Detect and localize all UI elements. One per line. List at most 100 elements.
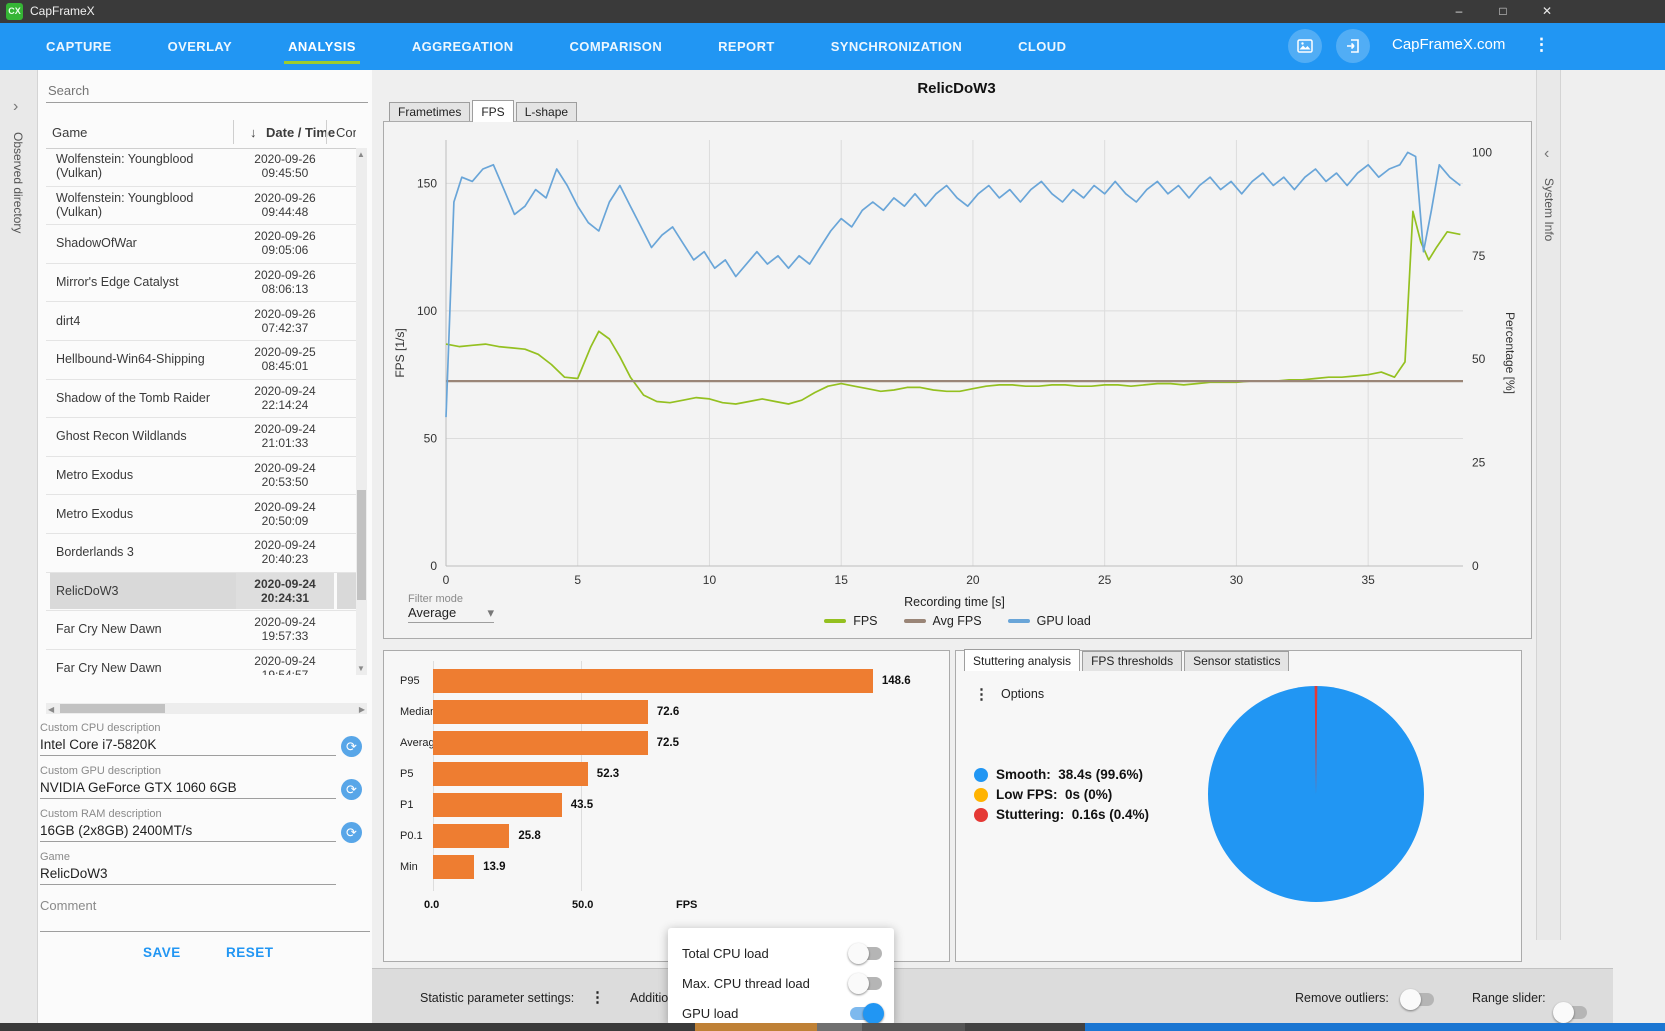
popup-toggle[interactable] <box>848 942 882 964</box>
tab-fps-thresholds[interactable]: FPS thresholds <box>1082 651 1183 671</box>
field-value[interactable]: NVIDIA GeForce GTX 1060 6GB <box>40 780 332 798</box>
refresh-button[interactable]: ⟳ <box>341 779 362 800</box>
popup-toggle[interactable] <box>848 972 882 994</box>
chevron-left-icon[interactable]: ‹ <box>1544 145 1549 163</box>
nav-tab-analysis[interactable]: ANALYSIS <box>260 23 384 70</box>
table-row[interactable]: Shadow of the Tomb Raider 2020-09-24 22:14… <box>46 380 356 419</box>
comment-field[interactable]: Comment <box>40 898 370 932</box>
time-text: 07:42:37 <box>261 320 309 335</box>
cell-datetime: 2020-09-26 08:06:13 <box>236 264 334 301</box>
bar-p95[interactable] <box>433 669 873 693</box>
table-row[interactable]: Metro Exodus 2020-09-24 20:53:50 <box>46 457 356 496</box>
nav-tab-comparison[interactable]: COMPARISON <box>542 23 691 70</box>
scrollbar-thumb[interactable] <box>357 490 366 600</box>
nav-tab-capture[interactable]: CAPTURE <box>18 23 140 70</box>
tab-l-shape[interactable]: L-shape <box>515 102 578 122</box>
tab-sensor-statistics[interactable]: Sensor statistics <box>1184 651 1290 671</box>
table-row[interactable]: Far Cry New Dawn 2020-09-24 19:57:33 <box>46 611 356 650</box>
table-row[interactable]: Wolfenstein: Youngblood (Vulkan) 2020-09-… <box>46 187 356 226</box>
cell-game: Metro Exodus <box>56 468 134 483</box>
stat-settings-kebab-icon[interactable]: ⋮ <box>590 988 605 1006</box>
scrollbar-thumb[interactable] <box>60 704 165 713</box>
legend-dot <box>974 807 988 822</box>
column-header-game[interactable]: Game <box>52 125 87 140</box>
popup-toggle[interactable] <box>850 1002 884 1024</box>
search-input[interactable] <box>46 78 368 103</box>
scroll-left-icon[interactable]: ◀ <box>48 705 54 714</box>
table-row[interactable]: Ghost Recon Wildlands 2020-09-24 21:01:33 <box>46 418 356 457</box>
table-row[interactable]: Far Cry New Dawn 2020-09-2419:54:57 <box>46 650 356 675</box>
date-text: 2020-09-24 <box>254 422 316 437</box>
svg-text:15: 15 <box>835 573 849 587</box>
cell-comment <box>337 187 356 224</box>
field-value[interactable]: RelicDoW3 <box>40 866 332 884</box>
bar-value-label: 72.5 <box>656 737 679 749</box>
reset-button[interactable]: RESET <box>226 945 274 960</box>
sort-descending-icon[interactable]: ↓ <box>250 125 257 140</box>
bar-average[interactable] <box>433 731 648 755</box>
bar-min[interactable] <box>433 855 475 879</box>
table-row[interactable]: Hellbound-Win64-Shipping 2020-09-25 08:45:… <box>46 341 356 380</box>
table-row[interactable]: dirt4 2020-09-26 07:42:37 <box>46 302 356 341</box>
legend-item-fps[interactable]: FPS <box>824 614 878 628</box>
bar-p5[interactable] <box>433 762 588 786</box>
field-underline <box>40 798 336 799</box>
nav-tab-cloud[interactable]: CLOUD <box>990 23 1094 70</box>
bar-p01[interactable] <box>433 824 510 848</box>
range-slider-toggle[interactable] <box>1553 1002 1587 1023</box>
table-row[interactable]: RelicDoW3 2020-09-24 20:24:31 <box>46 572 356 612</box>
table-row[interactable]: Borderlands 3 2020-09-24 20:40:23 <box>46 534 356 573</box>
taskbar-segment <box>1085 1023 1665 1031</box>
field-underline <box>40 841 336 842</box>
tab-stuttering-analysis[interactable]: Stuttering analysis <box>964 649 1081 671</box>
horizontal-scrollbar[interactable]: ◀ ▶ <box>46 703 367 714</box>
nav-tab-overlay[interactable]: OVERLAY <box>140 23 260 70</box>
svg-text:0: 0 <box>1472 559 1479 573</box>
refresh-button[interactable]: ⟳ <box>341 736 362 757</box>
login-button[interactable] <box>1336 29 1370 63</box>
maximize-button[interactable]: □ <box>1488 0 1518 23</box>
site-link[interactable]: CapFrameX.com <box>1392 36 1505 53</box>
date-text: 2020-09-24 <box>254 576 316 591</box>
nav-tab-report[interactable]: REPORT <box>690 23 803 70</box>
cell-game: Metro Exodus <box>56 506 134 521</box>
column-header-datetime[interactable]: Date / Time <box>266 125 335 140</box>
svg-text:50: 50 <box>1472 352 1486 366</box>
tab-fps[interactable]: FPS <box>472 100 514 122</box>
remove-outliers-toggle[interactable] <box>1400 989 1434 1010</box>
options-button[interactable]: ⋮ Options <box>974 685 1044 703</box>
table-row[interactable]: Metro Exodus 2020-09-24 20:50:09 <box>46 495 356 534</box>
date-text: 2020-09-24 <box>254 383 316 398</box>
cell-game: Ghost Recon Wildlands <box>56 429 187 444</box>
tab-frametimes[interactable]: Frametimes <box>389 102 471 122</box>
field-value[interactable]: 16GB (2x8GB) 2400MT/s <box>40 823 332 841</box>
scroll-up-icon[interactable]: ▲ <box>357 150 365 159</box>
table-row[interactable]: ShadowOfWar 2020-09-26 09:05:06 <box>46 225 356 264</box>
column-separator <box>233 120 234 144</box>
column-header-comment[interactable]: Comment <box>336 125 356 140</box>
vertical-scrollbar[interactable]: ▲ ▼ <box>356 148 367 675</box>
scroll-down-icon[interactable]: ▼ <box>357 664 365 673</box>
bar-axis-tick: 0.0 <box>424 899 440 911</box>
bar-p1[interactable] <box>433 793 562 817</box>
nav-menu-kebab-icon[interactable]: ⋮ <box>1533 35 1550 55</box>
legend-item-avg-fps[interactable]: Avg FPS <box>903 614 982 628</box>
legend-item-gpu-load[interactable]: GPU load <box>1007 614 1091 628</box>
cell-comment <box>337 380 356 417</box>
chevron-right-icon[interactable]: › <box>13 98 18 116</box>
nav-tab-aggregation[interactable]: AGGREGATION <box>384 23 542 70</box>
screenshot-button[interactable] <box>1288 29 1322 63</box>
minimize-button[interactable]: – <box>1444 0 1474 23</box>
bar-median[interactable] <box>433 700 648 724</box>
scroll-right-icon[interactable]: ▶ <box>359 705 365 714</box>
close-button[interactable]: ✕ <box>1532 0 1562 23</box>
refresh-button[interactable]: ⟳ <box>341 822 362 843</box>
table-row[interactable]: Wolfenstein: Youngblood (Vulkan) 2020-09-… <box>46 148 356 187</box>
comment-value[interactable] <box>40 913 332 931</box>
table-row[interactable]: Mirror's Edge Catalyst 2020-09-26 08:06:13 <box>46 264 356 303</box>
date-text: 2020-09-24 <box>254 499 316 514</box>
nav-tab-synchronization[interactable]: SYNCHRONIZATION <box>803 23 990 70</box>
field-value[interactable]: Intel Core i7-5820K <box>40 737 332 755</box>
stuttering-tabs: Stuttering analysis FPS thresholds Sensor … <box>964 649 1291 671</box>
save-button[interactable]: SAVE <box>143 945 181 960</box>
